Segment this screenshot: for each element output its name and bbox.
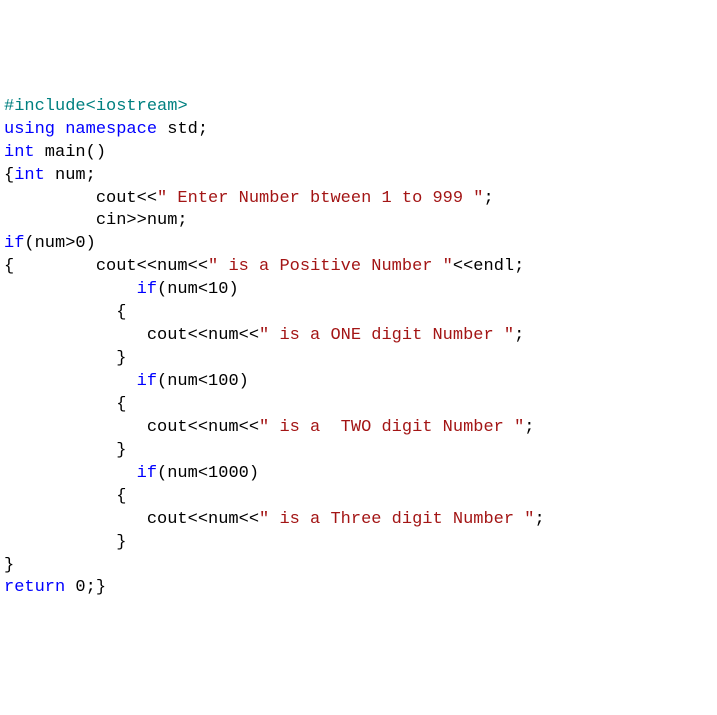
code-line: } — [4, 555, 713, 578]
code-text: ; — [524, 418, 534, 437]
code-line: { cout<<num<<" is a Positive Number "<<e… — [4, 256, 713, 279]
code-text: cout<< — [4, 189, 157, 208]
string-literal: " is a Three digit Number " — [259, 510, 534, 529]
code-line: if(num<10) — [4, 279, 713, 302]
code-line: { — [4, 394, 713, 417]
code-text: (num>0) — [24, 234, 95, 253]
code-text: ; — [514, 326, 524, 345]
code-text: cin>>num; — [4, 211, 188, 230]
code-text: main() — [35, 143, 106, 162]
code-text: } — [4, 533, 126, 552]
code-line: return 0;} — [4, 577, 713, 600]
code-text: cout<<num<< — [4, 326, 259, 345]
code-line: using namespace std; — [4, 119, 713, 142]
code-text: (num<100) — [157, 372, 249, 391]
string-literal: " is a Positive Number " — [208, 257, 453, 276]
keyword-int: int — [4, 143, 35, 162]
code-text: { — [4, 395, 126, 414]
code-text: { cout<<num<< — [4, 257, 208, 276]
keyword-if: if — [137, 280, 157, 299]
code-text: } — [4, 349, 126, 368]
code-line: if(num<100) — [4, 371, 713, 394]
code-text: (num<1000) — [157, 464, 259, 483]
keyword-namespace: namespace — [65, 120, 157, 139]
code-text: { — [4, 303, 126, 322]
code-text: ; — [535, 510, 545, 529]
code-line: { — [4, 486, 713, 509]
keyword-int: int — [14, 166, 45, 185]
code-text: <<endl; — [453, 257, 524, 276]
code-text: ; — [483, 189, 493, 208]
code-text: { — [4, 487, 126, 506]
code-text: cout<<num<< — [4, 510, 259, 529]
code-text: } — [4, 441, 126, 460]
code-text: 0;} — [65, 578, 106, 597]
code-line: cout<<num<<" is a ONE digit Number "; — [4, 325, 713, 348]
code-text — [4, 280, 137, 299]
code-text: num; — [45, 166, 96, 185]
code-line: } — [4, 348, 713, 371]
code-line: {int num; — [4, 165, 713, 188]
code-line: } — [4, 532, 713, 555]
keyword-return: return — [4, 578, 65, 597]
code-line: cin>>num; — [4, 210, 713, 233]
code-line: } — [4, 440, 713, 463]
keyword-if: if — [137, 372, 157, 391]
code-line: if(num<1000) — [4, 463, 713, 486]
string-literal: " Enter Number btween 1 to 999 " — [157, 189, 483, 208]
preprocessor: #include — [4, 97, 86, 116]
code-text: cout<<num<< — [4, 418, 259, 437]
code-text — [4, 372, 137, 391]
code-line: cout<<num<<" is a TWO digit Number "; — [4, 417, 713, 440]
keyword-if: if — [137, 464, 157, 483]
code-text: std; — [157, 120, 208, 139]
code-text — [4, 464, 137, 483]
code-line: int main() — [4, 142, 713, 165]
keyword-using: using — [4, 120, 55, 139]
code-line: if(num>0) — [4, 233, 713, 256]
include-header: <iostream> — [86, 97, 188, 116]
code-text: { — [4, 166, 14, 185]
code-line: cout<<" Enter Number btween 1 to 999 "; — [4, 188, 713, 211]
code-line: { — [4, 302, 713, 325]
code-line: #include<iostream> — [4, 96, 713, 119]
code-line: cout<<num<<" is a Three digit Number "; — [4, 509, 713, 532]
string-literal: " is a TWO digit Number " — [259, 418, 524, 437]
string-literal: " is a ONE digit Number " — [259, 326, 514, 345]
keyword-if: if — [4, 234, 24, 253]
code-text: } — [4, 556, 14, 575]
code-text: (num<10) — [157, 280, 239, 299]
